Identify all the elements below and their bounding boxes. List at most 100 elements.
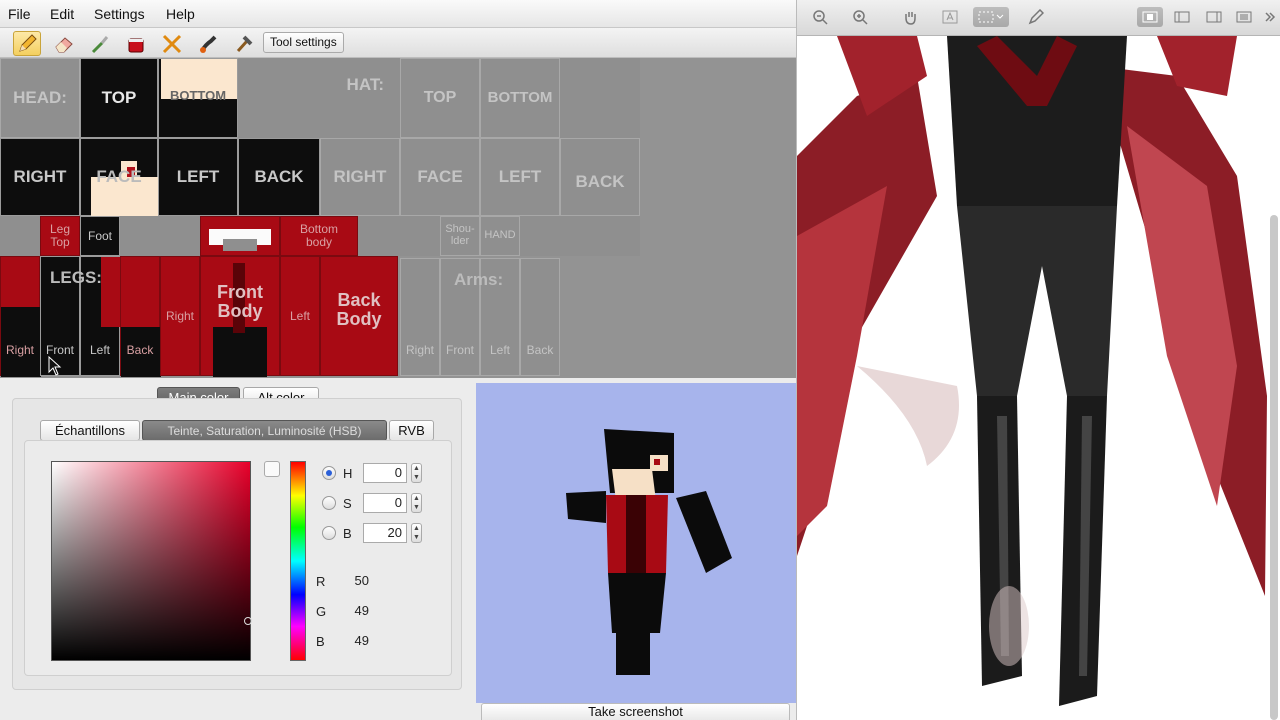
leg-right-dark-patch	[1, 307, 41, 377]
saturation-label: S	[343, 496, 352, 511]
foot-face[interactable]: Foot	[80, 216, 120, 256]
leg-top-label: Leg Top	[49, 222, 71, 249]
list-icon	[1236, 11, 1252, 23]
shoulder-face[interactable]: Shou- lder	[440, 216, 480, 256]
back-body-face[interactable]: Back Body	[320, 256, 398, 376]
hsb-tab[interactable]: Teinte, Saturation, Luminosité (HSB)	[142, 420, 387, 441]
view-mode-split-button[interactable]	[1201, 7, 1227, 27]
skin-texture-editor[interactable]: HEAD: TOP BOTTOM HAT: TOP BOTTOM RIGHT F…	[0, 58, 796, 378]
hue-stepper[interactable]: ▲ ▼	[411, 463, 422, 483]
hat-front-face[interactable]: FACE	[400, 138, 480, 216]
leg-back-face[interactable]: Back	[120, 256, 161, 377]
hue-radio[interactable]	[322, 466, 336, 480]
view-mode-sidebar-button[interactable]	[1169, 7, 1195, 27]
menu-settings[interactable]: Settings	[94, 6, 145, 22]
blue-label: B	[316, 634, 325, 649]
hue-slider[interactable]	[290, 461, 306, 661]
head-right-face[interactable]: RIGHT	[0, 138, 80, 216]
hammer-tool-button[interactable]	[230, 31, 258, 56]
head-bottom-face[interactable]: BOTTOM	[158, 58, 238, 138]
take-screenshot-button[interactable]: Take screenshot	[481, 703, 790, 720]
brightness-radio[interactable]	[322, 526, 336, 540]
color-picker-marker[interactable]	[244, 617, 252, 625]
body-top-face[interactable]	[200, 216, 280, 256]
annotate-button[interactable]	[1023, 7, 1049, 27]
menu-bar: File Edit Settings Help	[0, 0, 796, 28]
red-label: R	[316, 574, 326, 589]
menu-file[interactable]: File	[8, 6, 31, 22]
menu-edit[interactable]: Edit	[50, 6, 74, 22]
body-left-face[interactable]: Left	[280, 256, 320, 376]
eraser-tool-button[interactable]	[50, 31, 78, 56]
leg-left-label: Left	[89, 343, 110, 358]
hat-left-face[interactable]: LEFT	[480, 138, 560, 216]
hat-right-label: RIGHT	[333, 167, 387, 187]
viewer-scrollbar[interactable]	[1270, 215, 1278, 720]
hat-right-face[interactable]: RIGHT	[320, 138, 400, 216]
bucket-tool-button[interactable]	[122, 31, 150, 56]
leg-right-face[interactable]: Right	[0, 256, 41, 377]
brightness-label: B	[343, 526, 352, 541]
saturation-stepper[interactable]: ▲ ▼	[411, 493, 422, 513]
zoom-out-button[interactable]	[807, 7, 833, 27]
zoom-in-button[interactable]	[847, 7, 873, 27]
pan-tool-button[interactable]	[897, 7, 923, 27]
hue-label: H	[343, 466, 353, 481]
arms-label: Arms:	[454, 270, 504, 289]
arm-back-label: Back	[526, 343, 554, 358]
hand-icon	[905, 12, 916, 25]
back-body-label: Back Body	[336, 290, 382, 329]
leg-top-face[interactable]: Leg Top	[40, 216, 80, 256]
image-viewer-window	[796, 0, 1280, 720]
head-left-face[interactable]: LEFT	[158, 138, 238, 216]
rgb-tab[interactable]: RVB	[389, 420, 434, 441]
head-face-label: FACE	[96, 167, 142, 187]
head-back-face[interactable]: BACK	[238, 138, 320, 216]
collar-gap-patch	[223, 239, 257, 251]
toolbar-overflow-button[interactable]	[1261, 7, 1279, 27]
hand-face[interactable]: HAND	[480, 216, 520, 256]
hue-field[interactable]: 0	[363, 463, 407, 483]
color-picker-tool-button[interactable]	[86, 31, 114, 56]
arm-back-face[interactable]: Back	[520, 258, 560, 376]
front-body-face[interactable]: Front Body	[200, 256, 280, 377]
hat-top-face[interactable]: TOP	[400, 58, 480, 138]
pen-icon	[1028, 9, 1044, 25]
saturation-radio[interactable]	[322, 496, 336, 510]
leg-back-label: Back	[126, 343, 154, 358]
view-mode-single-button[interactable]	[1137, 7, 1163, 27]
skin-3d-preview[interactable]	[476, 383, 796, 703]
body-empty-area	[120, 216, 200, 256]
saturation-field[interactable]: 0	[363, 493, 407, 513]
zoom-out-icon	[813, 10, 828, 25]
swatches-tab[interactable]: Échantillons	[40, 420, 140, 441]
shoulder-label: Shou- lder	[445, 223, 475, 247]
text-select-button[interactable]	[937, 7, 963, 27]
arm-left-label: Left	[489, 343, 510, 358]
hat-back-label: BACK	[575, 172, 625, 192]
noise-tool-button[interactable]	[158, 31, 186, 56]
head-face[interactable]: FACE	[80, 138, 163, 217]
tool-settings-button[interactable]: Tool settings	[263, 32, 344, 53]
arm-right-face[interactable]: Right	[400, 258, 440, 376]
view-mode-list-button[interactable]	[1231, 7, 1257, 27]
sidebar-icon	[1174, 11, 1190, 23]
hat-empty-area	[560, 58, 640, 138]
arm-right-label: Right	[405, 343, 434, 358]
saturation-brightness-picker[interactable]	[51, 461, 251, 661]
menu-help[interactable]: Help	[166, 6, 195, 22]
hat-back-face[interactable]: BACK	[560, 138, 640, 216]
body-right-face[interactable]: Right	[160, 256, 200, 376]
brush-tool-button[interactable]	[194, 31, 222, 56]
bottom-body-label: Bottom body	[299, 222, 338, 249]
brightness-stepper[interactable]: ▲ ▼	[411, 523, 422, 543]
hat-bottom-face[interactable]: BOTTOM	[480, 58, 560, 138]
selection-tool-button[interactable]	[973, 7, 1009, 27]
crossed-tools-icon	[162, 34, 182, 53]
hat-label: HAT:	[346, 75, 384, 94]
bottom-body-face[interactable]: Bottom body	[280, 216, 358, 256]
brightness-field[interactable]: 20	[363, 523, 407, 543]
pencil-tool-button[interactable]	[13, 31, 41, 56]
head-top-face[interactable]: TOP	[80, 58, 158, 138]
brush-icon	[200, 35, 217, 53]
